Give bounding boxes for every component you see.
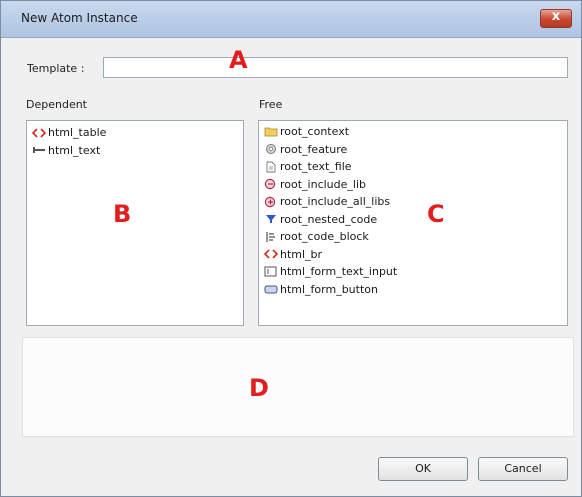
close-button[interactable]: x xyxy=(540,9,572,28)
list-item-label: root_nested_code xyxy=(280,212,378,226)
list-item[interactable]: html_table xyxy=(27,124,243,142)
annotation-a: A xyxy=(229,46,248,74)
free-heading: Free xyxy=(259,98,283,111)
list-item[interactable]: root_text_file xyxy=(259,158,567,176)
template-input[interactable] xyxy=(103,57,568,78)
form-button-icon xyxy=(263,283,278,295)
include-lib-icon xyxy=(263,178,278,190)
list-item-label: html_table xyxy=(48,126,107,140)
angle-brackets-icon xyxy=(263,248,278,260)
close-icon: x xyxy=(551,9,561,24)
include-all-libs-icon xyxy=(263,196,278,208)
list-item[interactable]: root_include_all_libs xyxy=(259,193,567,211)
annotation-c: C xyxy=(427,200,445,228)
angle-brackets-icon xyxy=(31,127,46,139)
ok-button[interactable]: OK xyxy=(378,457,468,481)
list-item[interactable]: root_include_lib xyxy=(259,176,567,194)
text-input-icon xyxy=(263,266,278,278)
template-label: Template : xyxy=(27,62,85,75)
free-list[interactable]: root_context root_feature root_text_file… xyxy=(258,120,568,326)
dialog-window: New Atom Instance x Template : Dependent… xyxy=(0,0,582,497)
code-block-icon xyxy=(263,231,278,243)
list-item[interactable]: html_br xyxy=(259,246,567,264)
description-area xyxy=(22,337,574,437)
list-item-label: root_feature xyxy=(280,142,348,156)
list-item-label: root_code_block xyxy=(280,230,369,244)
list-item-label: html_form_button xyxy=(280,282,378,296)
annotation-b: B xyxy=(113,200,132,228)
list-item[interactable]: html_form_button xyxy=(259,281,567,299)
text-abc-icon xyxy=(31,144,46,156)
dependent-heading: Dependent xyxy=(26,98,87,111)
annotation-d: D xyxy=(249,374,269,402)
list-item-label: root_context xyxy=(280,125,350,139)
list-item[interactable]: root_context xyxy=(259,123,567,141)
dependent-list[interactable]: html_table html_text xyxy=(26,120,244,326)
list-item[interactable]: html_form_text_input xyxy=(259,263,567,281)
text-file-icon xyxy=(263,161,278,173)
folder-icon xyxy=(263,126,278,138)
list-item-label: html_br xyxy=(280,247,323,261)
title-bar[interactable]: New Atom Instance x xyxy=(1,1,581,38)
list-item[interactable]: html_text xyxy=(27,142,243,160)
feature-gear-icon xyxy=(263,143,278,155)
list-item[interactable]: root_code_block xyxy=(259,228,567,246)
nested-code-funnel-icon xyxy=(263,213,278,225)
cancel-button[interactable]: Cancel xyxy=(478,457,568,481)
list-item-label: html_text xyxy=(48,143,101,157)
list-item-label: html_form_text_input xyxy=(280,265,398,279)
list-item[interactable]: root_feature xyxy=(259,141,567,159)
window-title: New Atom Instance xyxy=(21,11,138,25)
list-item-label: root_include_lib xyxy=(280,177,367,191)
list-item-label: root_include_all_libs xyxy=(280,195,391,209)
list-item-label: root_text_file xyxy=(280,160,352,174)
list-item[interactable]: root_nested_code xyxy=(259,211,567,229)
